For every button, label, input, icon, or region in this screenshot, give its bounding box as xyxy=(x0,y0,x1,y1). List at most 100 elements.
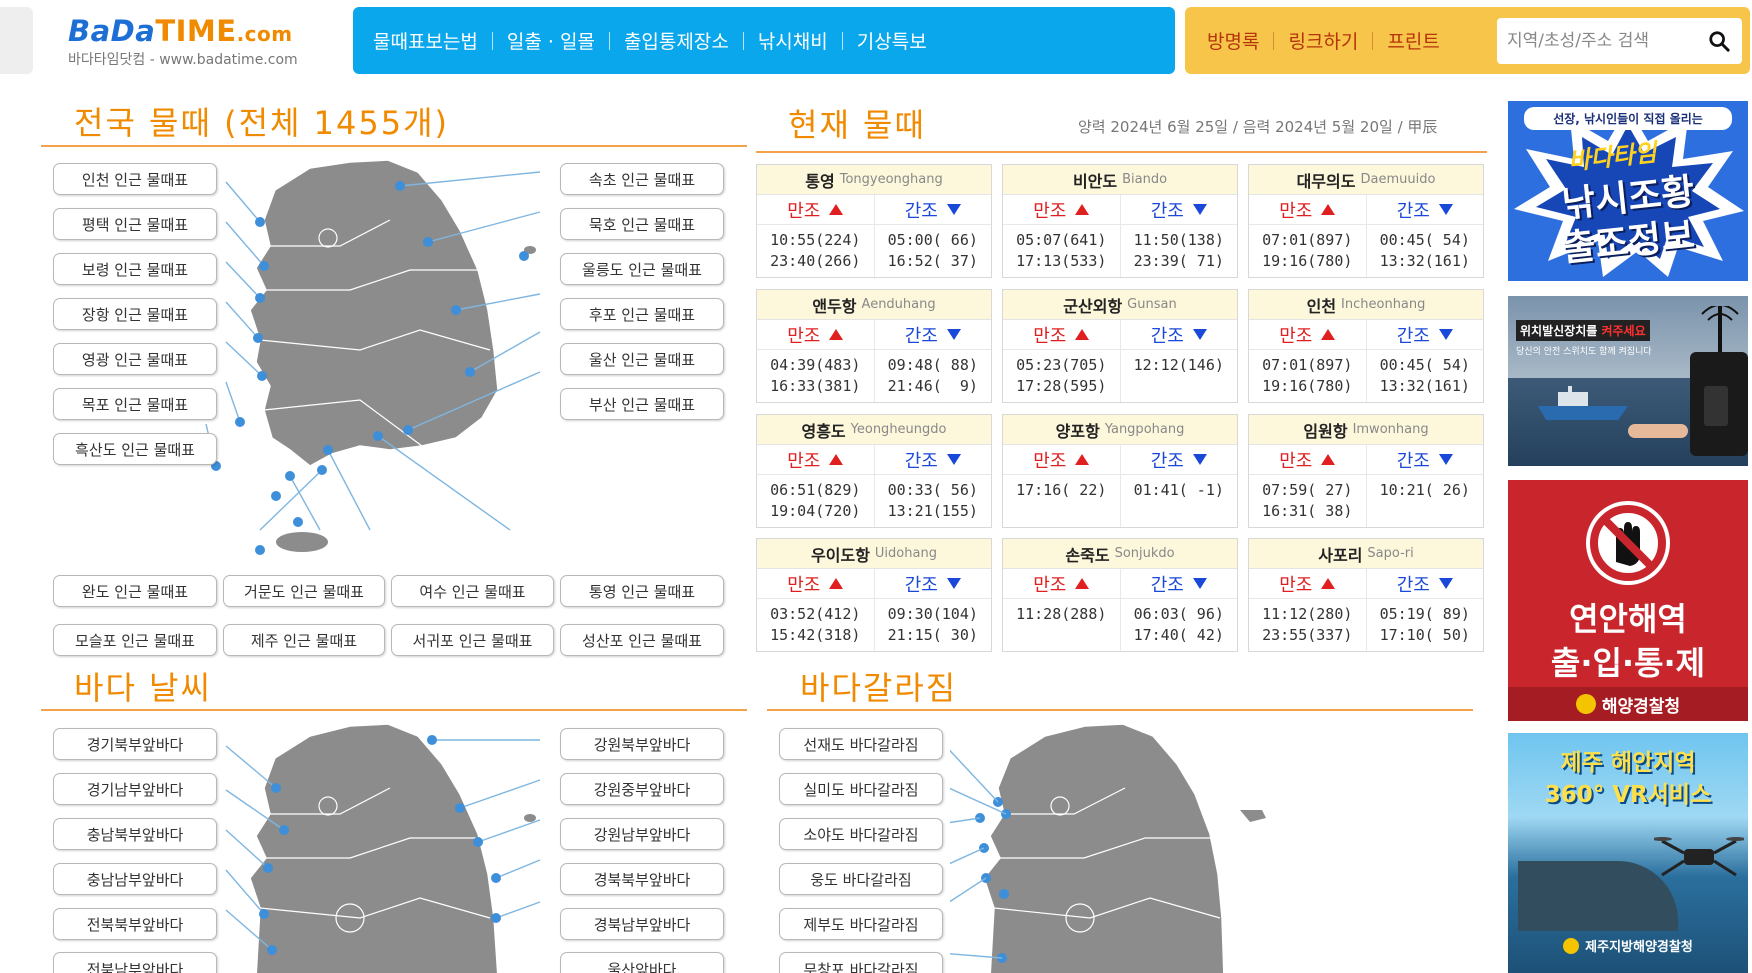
tide-region-button[interactable]: 완도 인근 물때표 xyxy=(53,575,217,607)
sea-split-button[interactable]: 실미도 바다갈라짐 xyxy=(779,773,943,805)
tide-station-en: Sonjukdo xyxy=(1114,546,1175,561)
tide-card-header: 통영 Tongyeonghang xyxy=(757,165,991,195)
tide-region-button[interactable]: 속초 인근 물때표 xyxy=(560,163,724,195)
weather-region-button[interactable]: 전북북부앞바다 xyxy=(53,908,217,940)
tide-region-button[interactable]: 성산포 인근 물때표 xyxy=(560,624,724,656)
tide-card-header: 군산외항 Gunsan xyxy=(1003,290,1237,320)
tide-region-button[interactable]: 모슬포 인근 물때표 xyxy=(53,624,217,656)
tide-region-button[interactable]: 보령 인근 물때표 xyxy=(53,253,217,285)
weather-region-button[interactable]: 전북남부앞바다 xyxy=(53,952,217,973)
tide-card[interactable]: 앤두항 Aenduhang 만조 간조 04:39(483) 16:33(381) 09:… xyxy=(756,289,992,403)
weather-region-button[interactable]: 경기북부앞바다 xyxy=(53,728,217,760)
tide-values: 07:59( 27) 16:31( 38) 10:21( 26) xyxy=(1249,475,1483,527)
ad-location-beacon[interactable]: 위치발신장치를 켜주세요 당신의 안전 스위치도 함께 켜집니다 xyxy=(1508,296,1748,466)
weather-region-button[interactable]: 강원남부앞바다 xyxy=(560,818,724,850)
tide-station-en: Incheonhang xyxy=(1341,297,1426,312)
tide-card[interactable]: 비안도 Biando 만조 간조 05:07(641) 17:13(533) 11:50(… xyxy=(1002,164,1238,278)
sea-split-button[interactable]: 웅도 바다갈라짐 xyxy=(779,863,943,895)
search-box xyxy=(1497,18,1742,64)
weather-region-button[interactable]: 강원북부앞바다 xyxy=(560,728,724,760)
tide-region-button[interactable]: 울산 인근 물때표 xyxy=(560,343,724,375)
weather-region-button[interactable]: 울산앞바다 xyxy=(560,952,724,973)
tide-card-header: 손죽도 Sonjukdo xyxy=(1003,539,1237,569)
low-tide-label: 간조 xyxy=(875,569,992,598)
nav-restricted-areas[interactable]: 출입통제장소 xyxy=(610,27,743,54)
tide-card[interactable]: 군산외항 Gunsan 만조 간조 05:23(705) 17:28(595) 12:12… xyxy=(1002,289,1238,403)
arrow-up-icon xyxy=(829,329,844,340)
tide-region-button[interactable]: 묵호 인근 물때표 xyxy=(560,208,724,240)
tide-region-button[interactable]: 영광 인근 물때표 xyxy=(53,343,217,375)
weather-title: 바다 날씨 xyxy=(74,669,212,707)
ad4-headline-1: 제주 해안지역 xyxy=(1560,750,1696,776)
weather-region-button[interactable]: 경기남부앞바다 xyxy=(53,773,217,805)
ad2-subtext: 당신의 안전 스위치도 함께 켜집니다 xyxy=(1516,347,1652,357)
nav-print[interactable]: 프린트 xyxy=(1373,27,1453,54)
sea-split-button[interactable]: 소야도 바다갈라짐 xyxy=(779,818,943,850)
weather-region-button[interactable]: 경북남부앞바다 xyxy=(560,908,724,940)
nav-sunrise-sunset[interactable]: 일출 · 일몰 xyxy=(493,27,609,54)
arrow-up-icon xyxy=(1075,329,1090,340)
tide-card[interactable]: 양포항 Yangpohang 만조 간조 17:16( 22) 01:41( -1) xyxy=(1002,414,1238,528)
nav-guestbook[interactable]: 방명록 xyxy=(1207,27,1273,54)
low-tide-text: 간조 xyxy=(1150,325,1184,347)
tide-region-button[interactable]: 장항 인근 물때표 xyxy=(53,298,217,330)
arrow-up-icon xyxy=(1321,454,1336,465)
search-icon[interactable] xyxy=(1708,30,1730,52)
nav-weather-alerts[interactable]: 기상특보 xyxy=(843,27,941,54)
sea-split-button[interactable]: 제부도 바다갈라짐 xyxy=(779,908,943,940)
ad-coastal-restriction[interactable]: 연안해역 출·입·통·제 해양경찰청 xyxy=(1508,480,1748,721)
weather-region-button[interactable]: 경북북부앞바다 xyxy=(560,863,724,895)
site-logo[interactable]: BaDaTIME.com 바다타임닷컴 - www.badatime.com xyxy=(68,14,328,74)
tide-station-name: 앤두항 xyxy=(812,296,857,316)
tide-card[interactable]: 우이도항 Uidohang 만조 간조 03:52(412) 15:42(318) 09:… xyxy=(756,538,992,652)
weather-region-button[interactable]: 충남남부앞바다 xyxy=(53,863,217,895)
tide-card[interactable]: 인천 Incheonhang 만조 간조 07:01(897) 19:16(780) 00… xyxy=(1248,289,1484,403)
tide-card[interactable]: 영흥도 Yeongheungdo 만조 간조 06:51(829) 19:04(720)… xyxy=(756,414,992,528)
low-tide-label: 간조 xyxy=(875,195,992,224)
weather-region-button[interactable]: 충남북부앞바다 xyxy=(53,818,217,850)
nav-tide-guide[interactable]: 물때표보는법 xyxy=(373,27,492,54)
low-tide-times: 11:50(138) 23:39( 71) xyxy=(1133,231,1224,270)
logo-bada: BaDa xyxy=(68,14,156,48)
sea-split-button[interactable]: 무창포 바다갈라짐 xyxy=(779,952,943,973)
low-tide-text: 간조 xyxy=(1150,200,1184,222)
tide-region-button[interactable]: 인천 인근 물때표 xyxy=(53,163,217,195)
high-tide-text: 만조 xyxy=(1279,574,1313,596)
korea-weather-map xyxy=(225,723,541,973)
tide-region-button[interactable]: 울릉도 인근 물때표 xyxy=(560,253,724,285)
high-tide-label: 만조 xyxy=(1249,195,1367,224)
high-tide-text: 만조 xyxy=(1033,450,1067,472)
tide-region-button[interactable]: 평택 인근 물때표 xyxy=(53,208,217,240)
tide-region-button[interactable]: 흑산도 인근 물때표 xyxy=(53,433,217,465)
tide-region-button[interactable]: 거문도 인근 물때표 xyxy=(223,575,385,607)
sea-split-button[interactable]: 선재도 바다갈라짐 xyxy=(779,728,943,760)
tide-station-name: 영흥도 xyxy=(801,421,846,441)
tide-card[interactable]: 손죽도 Sonjukdo 만조 간조 11:28(288) 06:03( 96) 17:4… xyxy=(1002,538,1238,652)
side-edge-tab[interactable] xyxy=(0,7,33,74)
search-input[interactable] xyxy=(1507,31,1697,51)
high-tide-text: 만조 xyxy=(1033,325,1067,347)
tide-card[interactable]: 사포리 Sapo-ri 만조 간조 11:12(280) 23:55(337) 05:19… xyxy=(1248,538,1484,652)
tide-card-header: 사포리 Sapo-ri xyxy=(1249,539,1483,569)
tide-region-button[interactable]: 서귀포 인근 물때표 xyxy=(391,624,554,656)
tide-region-button[interactable]: 제주 인근 물때표 xyxy=(223,624,385,656)
tide-card-header: 비안도 Biando xyxy=(1003,165,1237,195)
tide-region-button[interactable]: 통영 인근 물때표 xyxy=(560,575,724,607)
low-tide-text: 간조 xyxy=(1396,574,1430,596)
tide-card[interactable]: 통영 Tongyeonghang 만조 간조 10:55(224) 23:40(266)… xyxy=(756,164,992,278)
tide-region-button[interactable]: 후포 인근 물때표 xyxy=(560,298,724,330)
high-tide-times: 05:23(705) 17:28(595) xyxy=(1003,350,1121,402)
nav-link[interactable]: 링크하기 xyxy=(1274,27,1372,54)
tide-region-button[interactable]: 여수 인근 물때표 xyxy=(391,575,554,607)
ad-jeju-vr[interactable]: 제주 해안지역 360° VR서비스 제주지방해양경찰청 xyxy=(1508,733,1748,973)
tide-station-name: 대무의도 xyxy=(1296,171,1356,191)
tide-card[interactable]: 임원항 Imwonhang 만조 간조 07:59( 27) 16:31( 38) 10:… xyxy=(1248,414,1484,528)
weather-region-button[interactable]: 강원중부앞바다 xyxy=(560,773,724,805)
tide-card[interactable]: 대무의도 Daemuuido 만조 간조 07:01(897) 19:16(780) 00… xyxy=(1248,164,1484,278)
tide-region-button[interactable]: 목포 인근 물때표 xyxy=(53,388,217,420)
nav-fishing-rig[interactable]: 낚시채비 xyxy=(744,27,842,54)
tide-region-button[interactable]: 부산 인근 물때표 xyxy=(560,388,724,420)
high-tide-label: 만조 xyxy=(1003,320,1121,349)
ad-fishing-report[interactable]: 선장, 낚시인들이 직접 올리는 바다타임 낚시조황 출조정보 xyxy=(1508,101,1748,281)
high-tide-label: 만조 xyxy=(757,195,875,224)
